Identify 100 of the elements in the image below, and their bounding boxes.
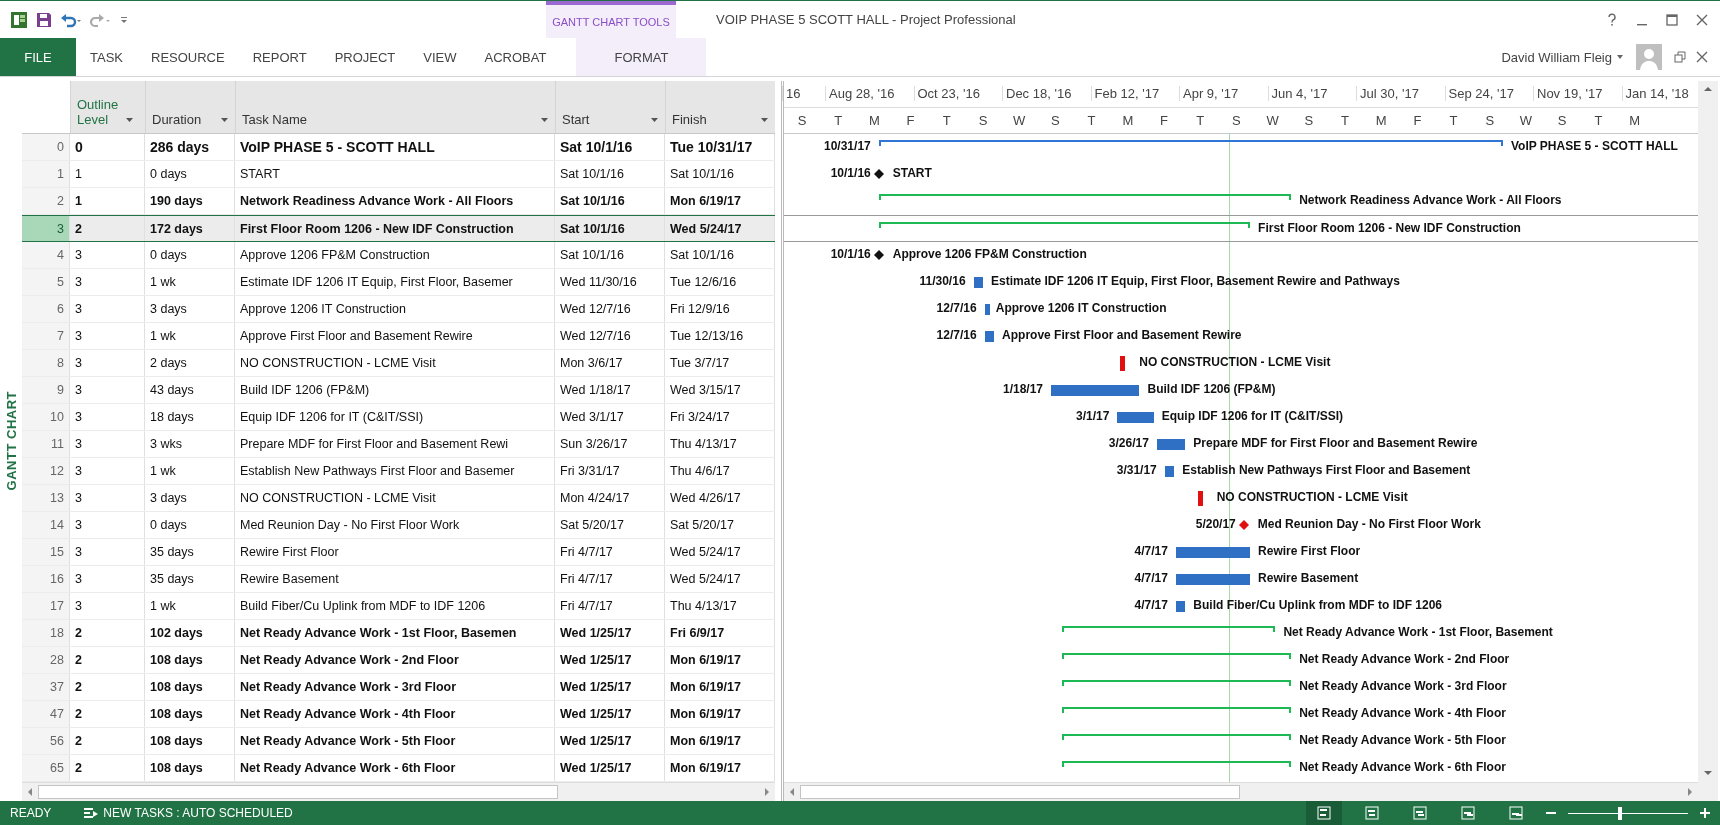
row-number[interactable]: 3 [22,216,70,241]
summary-bar[interactable] [1062,707,1292,713]
dropdown-caret-icon[interactable] [650,117,659,123]
row-number[interactable]: 65 [22,755,70,781]
row-number[interactable]: 7 [22,323,70,349]
timescale-label: T [1086,113,1097,128]
row-number[interactable]: 4 [22,242,70,268]
zoom-in-icon[interactable] [1700,808,1710,818]
table-cell: Thu 4/6/17 [665,458,775,484]
help-icon[interactable] [1606,12,1618,27]
column-header[interactable]: Finish [672,112,754,127]
table-cell: Tue 3/7/17 [665,350,775,376]
timescale-label: T [1340,113,1350,128]
row-number[interactable]: 13 [22,485,70,511]
view-button[interactable] [1306,801,1342,825]
ribbon-tab[interactable]: VIEW [409,38,471,76]
milestone-icon[interactable] [873,250,884,260]
close-icon[interactable] [1696,51,1708,63]
milestone-icon[interactable] [873,169,884,179]
column-header[interactable]: Outline Level [77,97,127,127]
row-number[interactable]: 18 [22,620,70,646]
task-bar[interactable] [1175,601,1186,612]
task-bar[interactable] [973,277,983,288]
summary-bar[interactable] [1062,761,1292,767]
summary-bar[interactable] [1062,734,1292,740]
scrollbar-thumb[interactable] [38,785,558,799]
row-number[interactable]: 56 [22,728,70,754]
scrollbar-thumb[interactable] [800,785,1240,799]
summary-bar[interactable] [878,140,1503,146]
ribbon-tab[interactable]: REPORT [238,38,321,76]
scroll-right-icon[interactable] [1686,787,1694,797]
summary-bar[interactable] [878,194,1292,200]
dropdown-caret-icon[interactable] [220,117,229,123]
dropdown-caret-icon[interactable] [125,117,134,123]
view-icon[interactable] [1461,806,1475,820]
caret-icon[interactable] [1616,54,1624,60]
column-header[interactable]: Start [562,112,644,127]
row-number[interactable]: 37 [22,674,70,700]
dropdown-caret-icon[interactable] [760,117,769,123]
task-bar[interactable] [1164,466,1175,477]
ribbon-tab[interactable]: ACROBAT [470,38,561,76]
zoom-slider[interactable] [1568,806,1688,820]
summary-bar[interactable] [1062,680,1292,686]
project-app-icon[interactable] [10,10,28,29]
scroll-left-icon[interactable] [26,787,34,797]
ribbon-tab[interactable]: TASK [76,38,137,76]
row-number[interactable]: 14 [22,512,70,538]
task-bar[interactable] [984,331,995,342]
view-icon[interactable] [1365,806,1379,820]
task-bar[interactable] [1175,547,1251,558]
user-name[interactable]: David William Fleig [1501,49,1612,65]
row-number[interactable]: 1 [22,161,70,187]
task-list-icon[interactable] [83,806,100,820]
scroll-down-icon[interactable] [1703,769,1713,777]
timescale-label: M [1121,113,1135,128]
row-number[interactable]: 2 [22,188,70,214]
row-number[interactable]: 8 [22,350,70,376]
view-icon[interactable] [1509,806,1523,820]
scroll-right-icon[interactable] [763,787,771,797]
scroll-left-icon[interactable] [788,787,796,797]
maximize-icon[interactable] [1666,13,1678,26]
row-number[interactable]: 47 [22,701,70,727]
table-cell: 2 [70,728,145,754]
row-number[interactable]: 28 [22,647,70,673]
summary-bar[interactable] [878,222,1251,228]
row-number[interactable]: 16 [22,566,70,592]
row-number[interactable]: 11 [22,431,70,457]
undo-icon[interactable] [60,11,82,28]
scroll-up-icon[interactable] [1703,85,1713,93]
column-header[interactable]: Task Name [242,112,534,127]
close-icon[interactable] [1696,13,1708,26]
task-bar[interactable] [984,304,990,315]
flag-bar[interactable] [1197,491,1203,506]
row-number[interactable]: 9 [22,377,70,403]
ribbon-tab[interactable]: RESOURCE [137,38,239,76]
row-number[interactable]: 12 [22,458,70,484]
customize-caret-icon[interactable] [120,14,128,25]
ribbon-tab[interactable]: PROJECT [320,38,410,76]
row-number[interactable]: 10 [22,404,70,430]
task-bar[interactable] [1156,439,1186,450]
ribbon-tab[interactable]: FORMAT [576,38,707,76]
save-icon[interactable] [36,11,52,28]
row-number[interactable]: 6 [22,296,70,322]
task-bar[interactable] [1175,574,1251,585]
row-number[interactable]: 17 [22,593,70,619]
table-cell: Fri 3/24/17 [665,404,775,430]
row-number[interactable]: 5 [22,269,70,295]
view-icon[interactable] [1413,806,1427,820]
view-icon[interactable] [1317,806,1331,820]
summary-bar[interactable] [1062,653,1292,659]
column-header[interactable]: Duration [152,112,214,127]
table-cell: 102 days [145,620,235,646]
dropdown-caret-icon[interactable] [540,117,549,123]
restore-icon[interactable] [1674,51,1686,63]
row-number[interactable]: 15 [22,539,70,565]
summary-bar[interactable] [1062,626,1276,632]
ribbon-tab[interactable]: FILE [0,38,76,76]
row-number[interactable]: 0 [22,134,70,160]
new-tasks-mode[interactable]: NEW TASKS : AUTO SCHEDULED [103,806,293,820]
flag-bar[interactable] [1120,356,1126,371]
